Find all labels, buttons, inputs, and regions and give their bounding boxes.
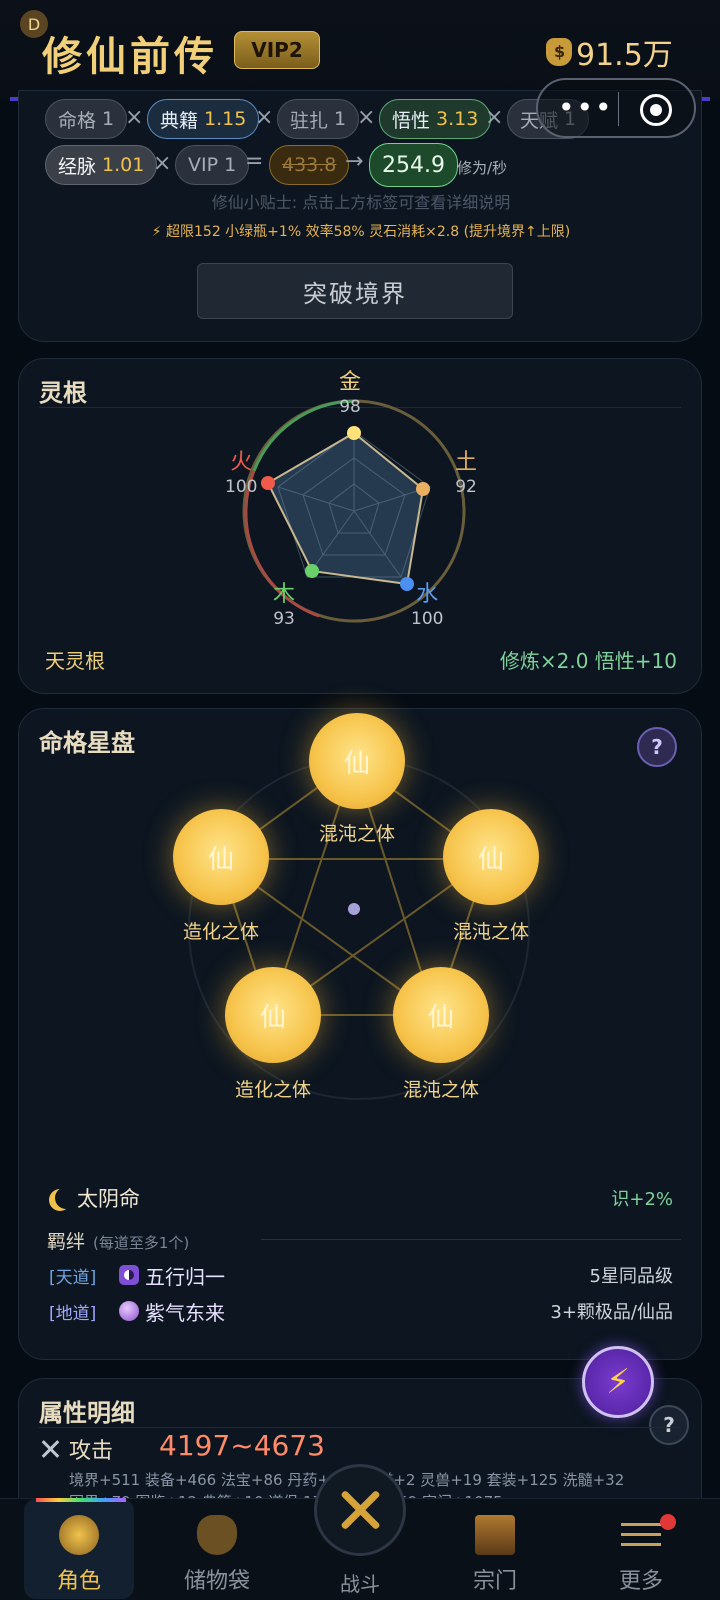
chip-wuxing[interactable]: 悟性 3.13 — [379, 99, 492, 139]
radar-point-mu — [305, 564, 319, 578]
arrow-op: → — [345, 149, 364, 174]
times-op: × — [255, 105, 274, 130]
star-orb[interactable]: 仙 — [309, 713, 405, 809]
new-total: 254.9 — [369, 143, 458, 187]
radar-area — [266, 431, 425, 586]
linggen-grade: 天灵根 — [45, 649, 105, 673]
section-divider — [39, 1427, 681, 1428]
yin-yang-icon — [119, 1265, 139, 1285]
crossed-swords-icon — [335, 1485, 385, 1535]
star-orb[interactable]: 仙 — [393, 967, 489, 1063]
radar-point-tu — [416, 482, 430, 496]
pouch-icon — [197, 1515, 237, 1555]
times-op: × — [357, 105, 376, 130]
orb-label: 造化之体 — [234, 1079, 311, 1101]
chip-mingge[interactable]: 命格 1 — [45, 99, 128, 139]
star-orb[interactable]: 仙 — [225, 967, 321, 1063]
rate-unit: 修为/秒 — [457, 159, 508, 177]
more-dots-icon[interactable]: ••• — [558, 94, 614, 122]
times-op: × — [125, 105, 144, 130]
tab-sect[interactable]: 宗门 — [440, 1499, 550, 1599]
element-mu: 木 93 — [273, 582, 296, 630]
crystal-ball-icon — [119, 1301, 139, 1321]
attribute-title: 属性明细 — [39, 1399, 135, 1427]
orb-label: 混沌之体 — [402, 1079, 479, 1101]
tab-battle-label: 战斗 — [340, 1572, 380, 1596]
chip-vip[interactable]: VIP 1 — [175, 145, 250, 185]
chip-zhuzha[interactable]: 驻扎 1 — [277, 99, 360, 139]
old-total: 433.8 — [269, 145, 350, 185]
bond-heading: 羁绊 (每道至多1个) — [47, 1231, 190, 1253]
linggen-title: 灵根 — [39, 379, 87, 407]
star-orb[interactable]: 仙 — [173, 809, 269, 905]
crescent-moon-icon — [55, 1187, 77, 1209]
destiny-name: 太阴命 — [49, 1183, 140, 1213]
element-shui: 水 100 — [411, 582, 444, 630]
close-target-icon[interactable] — [640, 94, 672, 126]
tab-character[interactable]: 角色 — [24, 1499, 134, 1599]
times-op: × — [485, 105, 504, 130]
temple-icon — [475, 1515, 515, 1555]
linggen-bonus: 修炼×2.0 悟性+10 — [499, 649, 677, 673]
money-value: 91.5万 — [576, 38, 673, 73]
vip-badge[interactable]: VIP2 — [234, 31, 320, 69]
element-jin: 金 98 — [339, 370, 362, 418]
linggen-card: 灵根 金 98 土 92 水 100 木 93 火 100 天灵根 修炼×2.0 悟性+1… — [18, 358, 702, 694]
destiny-bonus: 识+2% — [611, 1189, 673, 1210]
mingge-help-icon[interactable]: ? — [637, 727, 677, 767]
chip-jingmai[interactable]: 经脉 1.01 — [45, 145, 158, 185]
crossed-swords-icon — [39, 1438, 61, 1460]
orb-label: 混沌之体 — [452, 921, 529, 943]
mini-program-capsule: ••• — [536, 78, 696, 138]
notification-dot — [660, 1514, 676, 1530]
element-tu: 土 92 — [455, 450, 478, 498]
radar-point-huo — [261, 476, 275, 490]
tab-battle[interactable] — [314, 1464, 406, 1556]
attack-label: 攻击 — [39, 1433, 113, 1465]
limit-text: ⚡ 超限152 小绿瓶+1% 效率58% 灵石消耗×2.8 (提升境界↑上限) — [151, 224, 571, 240]
orb-label: 混沌之体 — [318, 823, 395, 845]
chip-dianji[interactable]: 典籍 1.15 — [147, 99, 260, 139]
tip-text: 修仙小贴士: 点击上方标签可查看详细说明 — [211, 193, 511, 212]
menu-lines-icon — [621, 1523, 661, 1549]
radar-point-jin — [347, 426, 361, 440]
bond-row[interactable]: [地道] 紫气东来 3+颗极品/仙品 — [49, 1297, 673, 1325]
game-title: 修仙前传 — [42, 34, 218, 80]
active-tab-indicator — [36, 1498, 126, 1502]
money-display[interactable]: 91.5万 — [546, 30, 673, 74]
orb-label: 造化之体 — [182, 921, 259, 943]
tab-more[interactable]: 更多 — [586, 1499, 696, 1599]
capsule-divider — [618, 92, 619, 126]
times-op: × — [153, 151, 172, 176]
meditating-figure-icon — [59, 1515, 99, 1555]
mingge-card: 命格星盘 ? 仙 混沌之体 仙 混沌之体 仙 混沌之体 仙 造化之体 仙 造化之… — [18, 708, 702, 1360]
equals-op: = — [245, 149, 264, 174]
element-huo: 火 100 — [225, 450, 258, 498]
tab-storage[interactable]: 储物袋 — [162, 1499, 272, 1599]
mingge-title: 命格星盘 — [39, 729, 135, 757]
attribute-help-icon[interactable]: ? — [649, 1405, 689, 1445]
money-bag-icon — [546, 38, 572, 66]
bond-row[interactable]: [天道] 五行归一 5星同品级 — [49, 1261, 673, 1289]
attack-value: 4197~4673 — [159, 1429, 325, 1462]
linggen-radar — [242, 399, 466, 623]
star-orb[interactable]: 仙 — [443, 809, 539, 905]
lightning-icon[interactable]: ⚡ — [582, 1346, 654, 1418]
bond-divider — [261, 1239, 681, 1240]
breakthrough-button[interactable]: 突破境界 — [197, 263, 513, 319]
